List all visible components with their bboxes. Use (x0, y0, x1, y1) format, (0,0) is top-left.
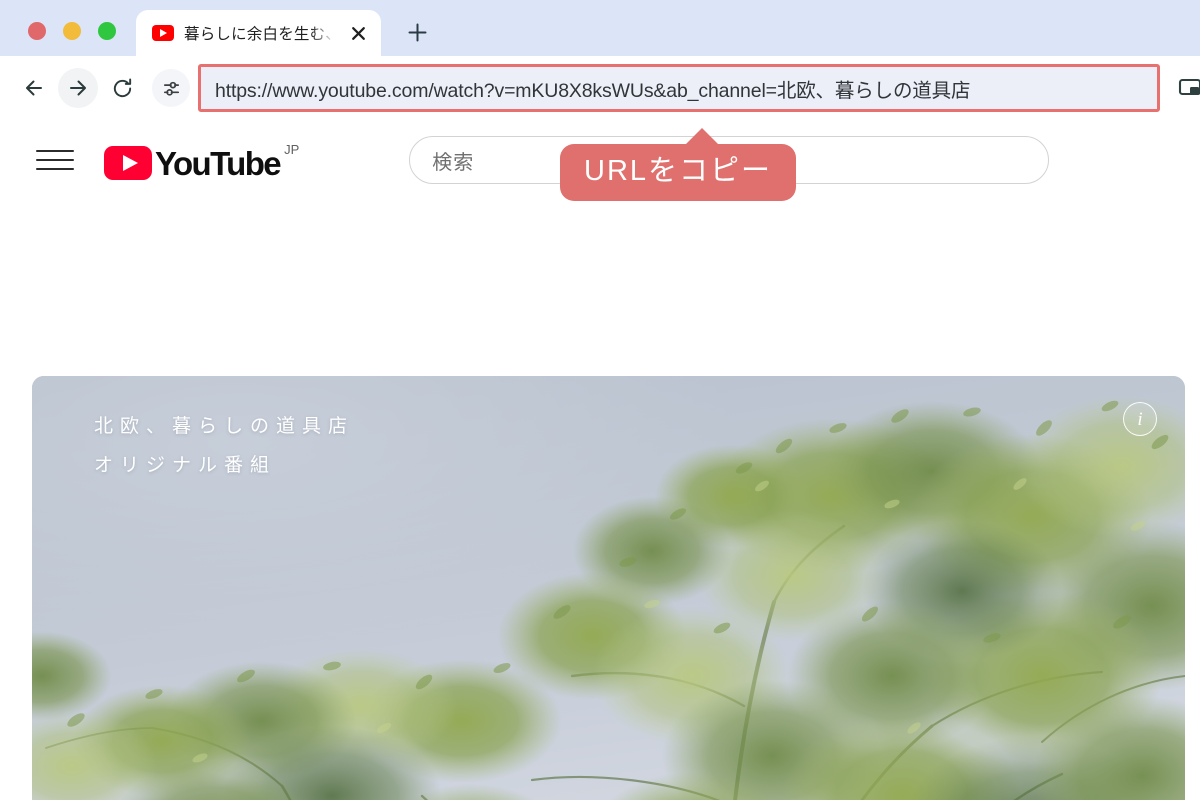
close-tab-button[interactable] (345, 20, 371, 46)
browser-tab-youtube[interactable]: 暮らしに余白を生む、北欧生活で (136, 10, 381, 56)
tab-strip: 暮らしに余白を生む、北欧生活で (0, 0, 1200, 56)
reload-icon (113, 78, 131, 97)
youtube-country-code: JP (284, 141, 300, 157)
browser-window: 暮らしに余白を生む、北欧生活で (0, 0, 1200, 800)
address-bar[interactable]: https://www.youtube.com/watch?v=mKU8X8ks… (198, 64, 1160, 112)
new-tab-button[interactable] (397, 12, 437, 52)
window-controls (0, 22, 136, 56)
browser-toolbar: https://www.youtube.com/watch?v=mKU8X8ks… (0, 56, 1200, 120)
back-arrow-icon (26, 80, 42, 96)
plus-icon (408, 23, 426, 41)
forward-arrow-icon (70, 80, 86, 96)
youtube-page: YouTube JP 検索 北欧、暮らしの道具店 オリジナル番組 i (0, 120, 1200, 800)
minimize-window-button[interactable] (63, 22, 81, 40)
hamburger-menu-icon[interactable] (36, 138, 80, 182)
video-overlay-line-1: 北欧、暮らしの道具店 (94, 416, 355, 437)
youtube-favicon-icon (152, 25, 174, 41)
youtube-play-icon (104, 145, 152, 180)
video-overlay-line-2: オリジナル番組 (94, 454, 277, 476)
site-settings-icon (163, 81, 179, 96)
video-player[interactable]: 北欧、暮らしの道具店 オリジナル番組 i HOKUOH KURASHINO DO… (32, 376, 1185, 800)
info-icon[interactable]: i (1123, 402, 1157, 436)
search-input[interactable]: 検索 (409, 136, 1050, 184)
search-area: 検索 (299, 136, 1176, 184)
search-placeholder: 検索 (432, 151, 475, 174)
back-button[interactable] (14, 68, 54, 108)
cast-button[interactable] (1170, 68, 1200, 108)
forward-button[interactable] (58, 68, 98, 108)
zoom-window-button[interactable] (98, 22, 116, 40)
cast-screen-icon (1178, 78, 1200, 96)
tab-title: 暮らしに余白を生む、北欧生活で (184, 26, 335, 43)
site-settings-button[interactable] (152, 69, 190, 107)
address-bar-url: https://www.youtube.com/watch?v=mKU8X8ks… (215, 79, 971, 102)
close-window-button[interactable] (28, 22, 46, 40)
video-title-overlay: 北欧、暮らしの道具店 オリジナル番組 (94, 408, 354, 486)
youtube-masthead: YouTube JP 検索 (0, 120, 1200, 200)
youtube-wordmark: YouTube (155, 144, 282, 182)
youtube-logo[interactable]: YouTube JP (104, 141, 299, 180)
reload-button[interactable] (102, 68, 142, 108)
